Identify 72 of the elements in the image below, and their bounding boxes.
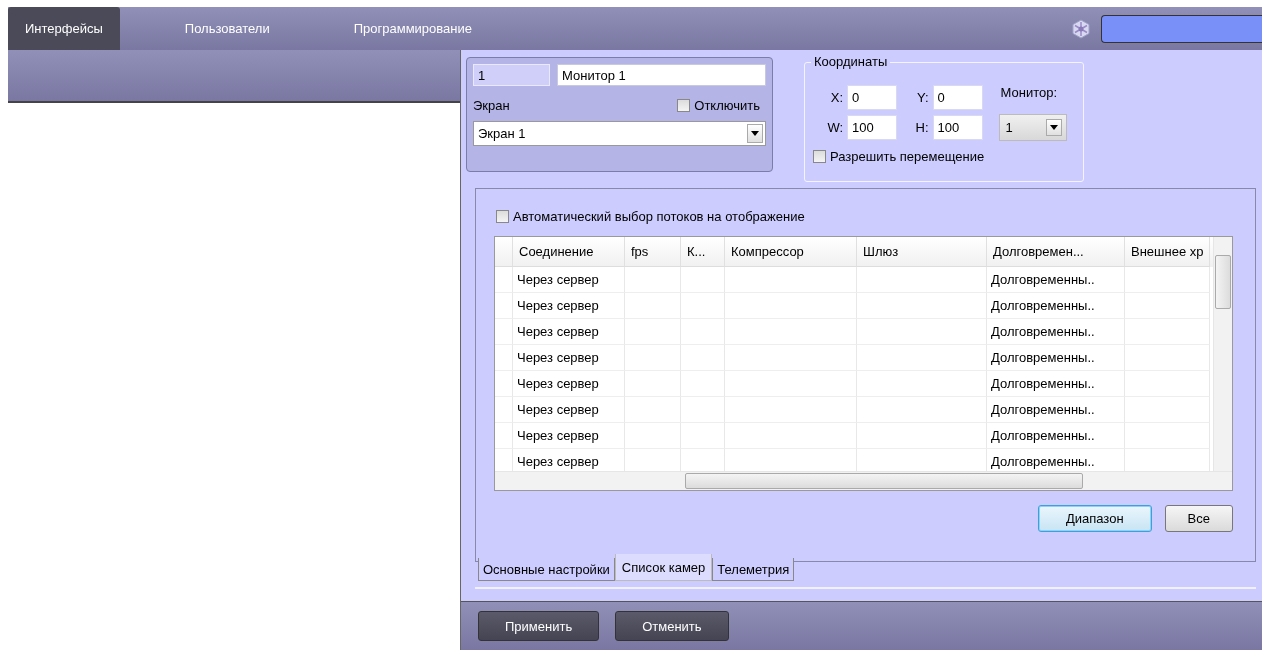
coordinate-label: X: [829, 90, 844, 105]
number-field[interactable]: 1 [473, 64, 550, 86]
table-cell: Долговременны.. [987, 423, 1125, 449]
table-cell: Долговременны.. [987, 319, 1125, 345]
row-header[interactable] [495, 319, 513, 345]
button[interactable]: Применить [478, 611, 600, 641]
group-title: Координаты [811, 54, 891, 69]
column-header[interactable]: Шлюз [857, 237, 987, 267]
table-cell: Через сервер [513, 423, 625, 449]
table-cell: Через сервер [513, 371, 625, 397]
name-field[interactable]: Монитор 1 [557, 64, 766, 86]
column-header[interactable]: Компрессор [725, 237, 857, 267]
row-header[interactable] [495, 293, 513, 319]
table-cell: Через сервер [513, 345, 625, 371]
nav-tab[interactable]: Пользователи [167, 7, 287, 50]
empty-cell [625, 267, 681, 293]
checkbox[interactable] [677, 99, 691, 112]
table-cell: Долговременны.. [987, 345, 1125, 371]
coordinate-field[interactable]: 100 [847, 115, 898, 140]
coordinate-field[interactable]: 0 [847, 85, 898, 110]
caret-icon [751, 131, 759, 136]
dropdown-button[interactable] [1045, 119, 1062, 136]
row-header[interactable] [495, 345, 513, 371]
checkbox-label: Отключить [694, 98, 760, 113]
select-value: Экран 1 [478, 126, 526, 141]
vertical-scrollbar[interactable] [1213, 237, 1232, 471]
horizontal-scrollbar[interactable] [495, 471, 1232, 490]
monitor-select[interactable]: 1 [998, 114, 1067, 141]
row-header[interactable] [495, 423, 513, 449]
screen-select[interactable]: Экран 1 [473, 121, 766, 146]
screen-label: Экран [473, 98, 510, 113]
checkbox[interactable] [813, 150, 826, 163]
column-header[interactable]: Внешнее хр [1125, 237, 1210, 267]
row-header[interactable] [495, 371, 513, 397]
row-header[interactable] [495, 397, 513, 423]
table-cell: Через сервер [513, 293, 625, 319]
coordinate-label: H: [914, 120, 929, 135]
button[interactable]: Отменить [615, 611, 729, 641]
select-value: 1 [1005, 120, 1013, 135]
table-cell: Через сервер [513, 319, 625, 345]
search-field[interactable] [1101, 14, 1262, 43]
hexagon-icon[interactable] [1071, 18, 1091, 39]
coordinate-field[interactable]: 0 [932, 85, 983, 110]
monitor-label: Монитор: [1000, 85, 1059, 100]
checkbox[interactable] [496, 210, 509, 223]
nav-tab[interactable]: Программирование [336, 7, 489, 50]
checkbox-label: Разрешить перемещение [830, 149, 985, 164]
dropdown-button[interactable] [747, 124, 763, 143]
table-cell: Долговременны.. [987, 267, 1125, 293]
table-cell: Долговременны.. [987, 293, 1125, 319]
table-cell: Долговременны.. [987, 371, 1125, 397]
table-cell: Через сервер [513, 397, 625, 423]
tab[interactable]: Основные настройки [478, 558, 615, 581]
header-corner [495, 237, 513, 267]
coordinate-field[interactable]: 100 [932, 115, 983, 140]
caret-icon [1049, 125, 1058, 130]
table-cell: Через сервер [513, 267, 625, 293]
column-header[interactable]: Долговремен... [987, 237, 1125, 267]
column-header[interactable]: К... [681, 237, 725, 267]
column-header[interactable]: Соединение [513, 237, 625, 267]
checkbox-label: Автоматический выбор потоков на отображение [513, 209, 805, 224]
tab[interactable]: Телеметрия [712, 558, 795, 581]
column-header[interactable]: fps [625, 237, 681, 267]
table-cell: Долговременны.. [987, 397, 1125, 423]
empty-cell [681, 267, 725, 293]
nav-tab[interactable]: Интерфейсы [8, 7, 120, 50]
button[interactable]: Диапазон [1037, 505, 1152, 532]
coordinate-label: W: [826, 120, 844, 135]
coordinate-label: Y: [915, 90, 929, 105]
row-header[interactable] [495, 267, 513, 293]
tab[interactable]: Список камер [614, 554, 713, 581]
button[interactable]: Все [1164, 505, 1233, 532]
